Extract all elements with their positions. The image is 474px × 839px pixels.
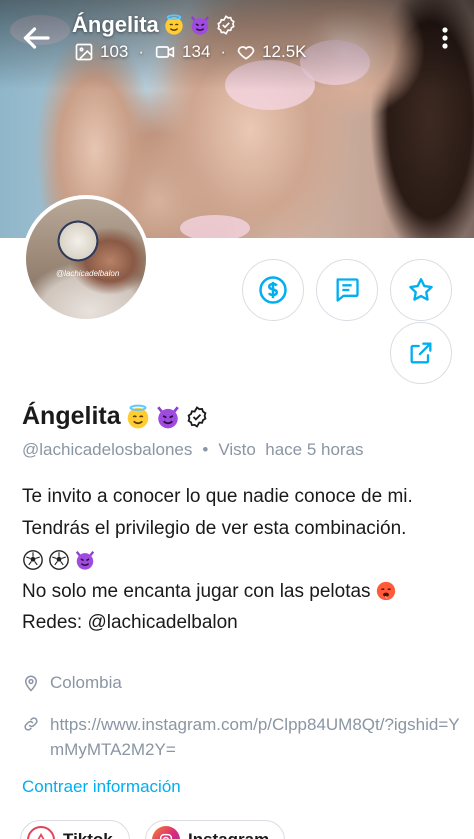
devil-emoji-icon	[190, 16, 209, 35]
tiktok-icon	[27, 826, 55, 839]
handle-separator: •	[202, 440, 209, 459]
star-icon	[409, 278, 433, 301]
instagram-label: Instagram	[188, 830, 269, 839]
message-button[interactable]	[316, 259, 378, 321]
devil-emoji-icon	[156, 405, 179, 428]
tiktok-chip[interactable]: Tiktok	[20, 820, 130, 839]
video-icon	[155, 46, 175, 58]
header-stats: 103 · 134 · 12.5K	[74, 42, 307, 62]
back-button[interactable]	[18, 20, 54, 56]
location-text: Colombia	[50, 673, 122, 692]
header-name: Ángelita	[72, 12, 159, 37]
angel-emoji-icon	[127, 404, 148, 428]
devil-emoji-icon	[75, 550, 95, 570]
more-menu-button[interactable]	[430, 22, 460, 54]
bio-line: No solo me encanta jugar con las pelotas	[22, 576, 462, 608]
likes-count-value: 12.5K	[262, 42, 307, 61]
image-icon	[75, 43, 93, 61]
handle-row: @lachicadelosbalones • Visto hace 5 hora…	[22, 440, 364, 460]
videos-count[interactable]: 134	[154, 42, 210, 62]
profile-name-text: Ángelita	[22, 402, 121, 430]
avatar-watermark: @lachicadelbalon	[56, 269, 120, 278]
profile-name: Ángelita	[22, 402, 209, 431]
posts-count[interactable]: 103	[74, 42, 128, 62]
tiktok-label: Tiktok	[63, 830, 113, 839]
share-icon	[410, 342, 432, 364]
favorite-button[interactable]	[390, 259, 452, 321]
location-pin-icon	[24, 675, 38, 692]
bio-line: Te invito a conocer lo que nadie conoce …	[22, 486, 413, 507]
last-seen: Visto hace 5 horas	[218, 440, 364, 459]
stats-separator: ·	[138, 42, 145, 61]
arrow-left-icon	[23, 27, 50, 49]
collapse-info-link[interactable]: Contraer información	[22, 777, 181, 797]
dollar-icon	[259, 276, 287, 304]
videos-count-value: 134	[182, 42, 211, 61]
posts-count-value: 103	[100, 42, 129, 61]
send-tip-button[interactable]	[242, 259, 304, 321]
bio-line: Redes: @lachicadelbalon	[22, 612, 238, 633]
stats-separator: ·	[220, 42, 227, 61]
bio-line: Tendrás el privilegio de ver esta combin…	[22, 517, 407, 539]
likes-count: 12.5K	[236, 42, 307, 62]
profile-handle: @lachicadelosbalones	[22, 440, 193, 459]
website-link[interactable]: https://www.instagram.com/p/Clpp84UM8Qt/…	[22, 712, 460, 762]
angel-emoji-icon	[165, 14, 183, 35]
message-icon	[336, 278, 359, 302]
hot-face-emoji-icon	[376, 582, 395, 601]
profile-bio: Te invito a conocer lo que nadie conoce …	[22, 481, 462, 639]
location-row: Colombia	[22, 673, 122, 693]
website-url[interactable]: https://www.instagram.com/p/Clpp84UM8Qt/…	[50, 712, 460, 762]
instagram-icon	[152, 826, 180, 839]
instagram-chip[interactable]: Instagram	[145, 820, 285, 839]
bio-emoji-line	[22, 544, 462, 576]
avatar[interactable]: @lachicadelbalon	[22, 195, 150, 323]
link-icon	[24, 717, 38, 731]
more-vertical-icon	[442, 27, 448, 49]
header-title: Ángelita	[72, 10, 237, 40]
verified-badge-icon	[217, 15, 235, 35]
soccer-ball-icon	[49, 549, 69, 570]
soccer-ball-icon	[23, 549, 43, 570]
verified-badge-icon	[187, 405, 207, 428]
share-button[interactable]	[390, 322, 452, 384]
heart-icon	[237, 46, 255, 60]
